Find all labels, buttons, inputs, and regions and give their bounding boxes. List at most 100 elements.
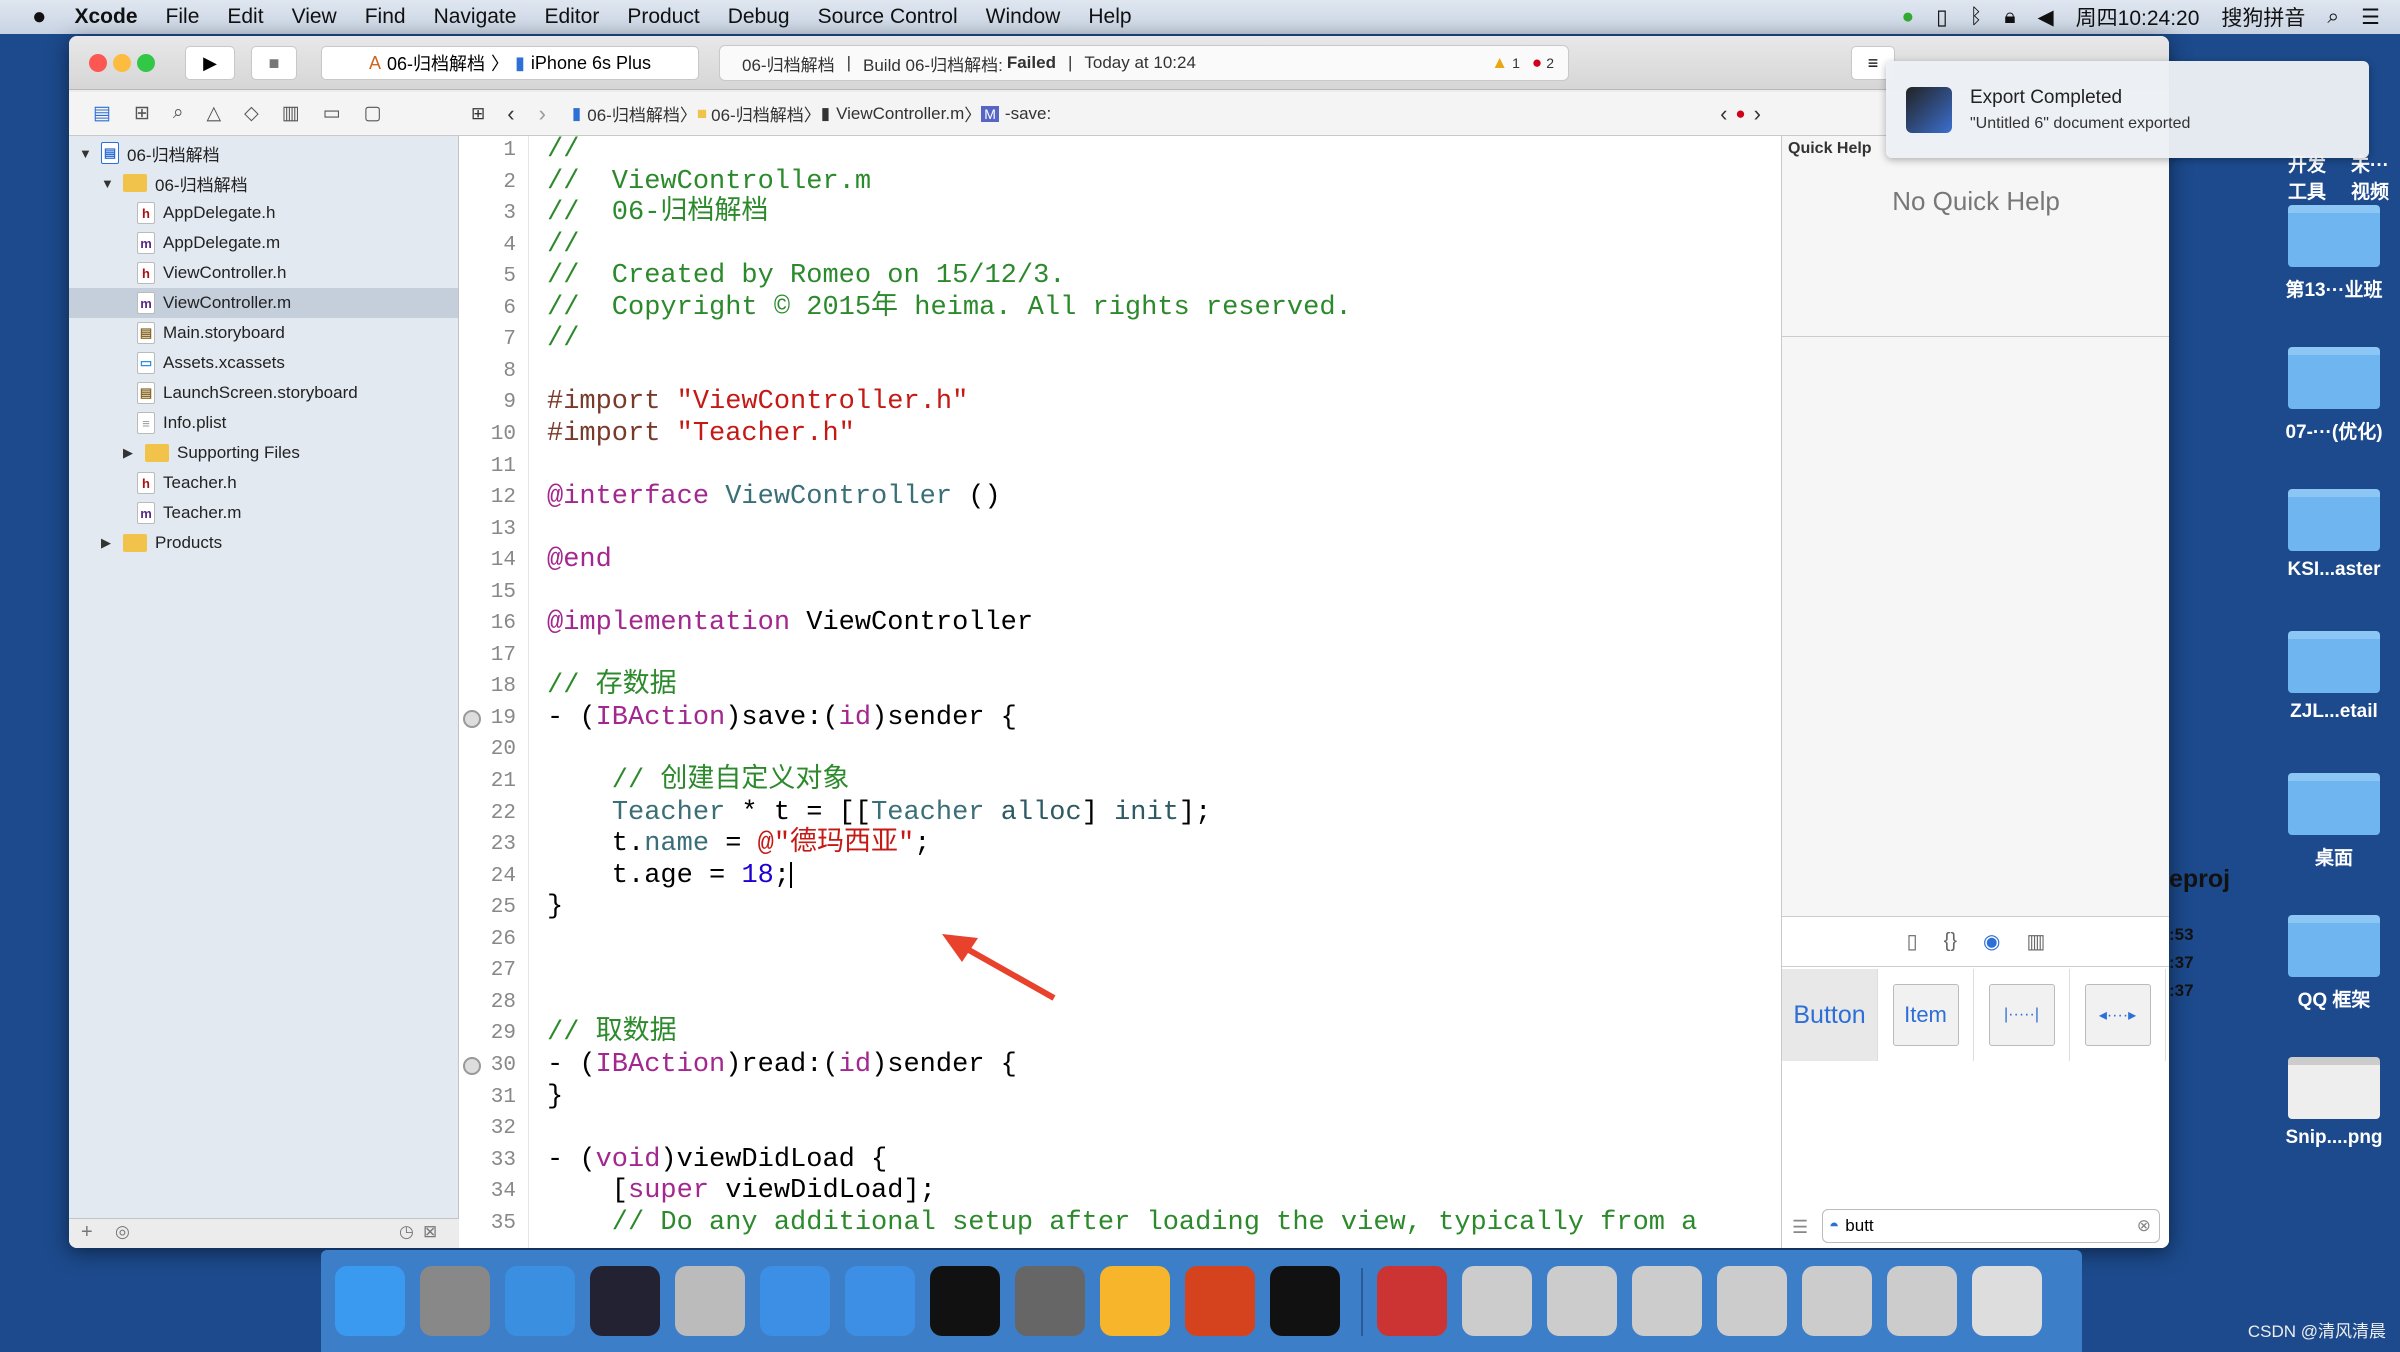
- related-items-icon[interactable]: ⊞: [471, 104, 485, 124]
- desktop-item[interactable]: 07-···(优化): [2279, 347, 2389, 444]
- breakpoint-marker[interactable]: [463, 1056, 481, 1075]
- filter-icon[interactable]: ◎: [115, 1222, 130, 1242]
- source-editor[interactable]: //// ViewController.m// 06-归档解档//// Crea…: [529, 136, 1844, 1248]
- debug-navigator-icon[interactable]: ▥: [282, 102, 300, 125]
- test-navigator-icon[interactable]: ◇: [244, 102, 259, 125]
- navigator-item[interactable]: ▭ Assets.xcassets: [69, 348, 458, 378]
- disclosure-triangle-icon[interactable]: ▶: [123, 445, 137, 461]
- media-library-icon[interactable]: ▥: [2026, 929, 2045, 954]
- menu-app[interactable]: Xcode: [75, 5, 138, 29]
- clock[interactable]: 周四10:24:20: [2076, 2, 2200, 32]
- list-view-icon[interactable]: ☰: [1792, 1217, 1808, 1238]
- notification-center-icon[interactable]: ☰: [2361, 5, 2380, 30]
- jumpbar-item[interactable]: 06-归档解档: [711, 101, 804, 126]
- library-item-fixed-space[interactable]: |·····|: [1974, 969, 2070, 1061]
- menu-window[interactable]: Window: [986, 5, 1061, 29]
- breakpoint-navigator-icon[interactable]: ▭: [323, 102, 341, 125]
- menu-file[interactable]: File: [166, 5, 200, 29]
- safari-icon[interactable]: [505, 1266, 575, 1336]
- stop-button[interactable]: ■: [251, 46, 297, 80]
- battery-icon[interactable]: ▯: [1936, 5, 1948, 30]
- code-snippet-library-icon[interactable]: {}: [1944, 930, 1957, 953]
- ime-indicator[interactable]: 搜狗拼音: [2221, 2, 2305, 32]
- screen-app-icon[interactable]: [1462, 1266, 1532, 1336]
- screen-app-icon[interactable]: [1547, 1266, 1617, 1336]
- desktop-item[interactable]: 桌面: [2279, 773, 2389, 870]
- menu-source-control[interactable]: Source Control: [818, 5, 958, 29]
- navigator-item[interactable]: ▤ Main.storyboard: [69, 318, 458, 348]
- media-player-icon[interactable]: [1377, 1266, 1447, 1336]
- wechat-icon[interactable]: ●: [1901, 5, 1914, 29]
- navigator-item[interactable]: ▼ ▤ 06-归档解档: [69, 138, 458, 168]
- error-icon[interactable]: ●: [1532, 53, 1542, 73]
- warning-icon[interactable]: ▲: [1491, 53, 1508, 73]
- screen-app-icon[interactable]: [1802, 1266, 1872, 1336]
- minimize-button[interactable]: [113, 54, 131, 72]
- navigator-item[interactable]: m AppDelegate.m: [69, 228, 458, 258]
- navigator-item[interactable]: h ViewController.h: [69, 258, 458, 288]
- menu-help[interactable]: Help: [1088, 5, 1131, 29]
- navigator-item[interactable]: m Teacher.m: [69, 498, 458, 528]
- jumpbar-item[interactable]: 06-归档解档: [587, 101, 680, 126]
- navigator-item[interactable]: m ViewController.m: [69, 288, 458, 318]
- navigator-item[interactable]: ▼ 06-归档解档: [69, 168, 458, 198]
- scheme-selector[interactable]: A 06-归档解档 〉 ▮ iPhone 6s Plus: [321, 46, 699, 80]
- breakpoint-marker[interactable]: [463, 709, 481, 728]
- desktop-tag[interactable]: 未···视频: [2351, 150, 2400, 204]
- previous-issue-button[interactable]: ‹: [1720, 101, 1727, 127]
- system-preferences-icon[interactable]: [1015, 1266, 1085, 1336]
- menu-debug[interactable]: Debug: [728, 5, 790, 29]
- desktop-item[interactable]: QQ 框架: [2279, 915, 2389, 1012]
- navigator-item[interactable]: h AppDelegate.h: [69, 198, 458, 228]
- volume-icon[interactable]: ◀: [2038, 5, 2054, 30]
- console-icon[interactable]: [1270, 1266, 1340, 1336]
- lock-icon[interactable]: 🔒︎: [2004, 5, 2015, 29]
- navigator-item[interactable]: ▤ LaunchScreen.storyboard: [69, 378, 458, 408]
- desktop-item[interactable]: KSI...aster: [2279, 489, 2389, 581]
- movie-app-icon[interactable]: [675, 1266, 745, 1336]
- library-item-bar-button-item[interactable]: Item: [1878, 969, 1974, 1061]
- finder-icon[interactable]: [335, 1266, 405, 1336]
- file-template-library-icon[interactable]: ▯: [1907, 929, 1918, 954]
- navigator-item[interactable]: ▶ Supporting Files: [69, 438, 458, 468]
- menu-editor[interactable]: Editor: [544, 5, 599, 29]
- menu-product[interactable]: Product: [627, 5, 699, 29]
- disclosure-triangle-icon[interactable]: ▶: [101, 535, 115, 551]
- desktop-item[interactable]: Snip....png: [2279, 1057, 2389, 1149]
- disclosure-triangle-icon[interactable]: ▼: [79, 146, 93, 161]
- apple-icon[interactable]: ●: [32, 3, 47, 31]
- desktop-item[interactable]: 第13···业班: [2279, 205, 2389, 302]
- jumpbar-item[interactable]: -save:: [1005, 104, 1051, 124]
- menu-find[interactable]: Find: [365, 5, 406, 29]
- close-button[interactable]: [89, 54, 107, 72]
- menu-edit[interactable]: Edit: [227, 5, 263, 29]
- add-icon[interactable]: +: [81, 1221, 93, 1244]
- trash-icon[interactable]: [1972, 1266, 2042, 1336]
- mouse-app-icon[interactable]: [590, 1266, 660, 1336]
- zoom-button[interactable]: [137, 54, 155, 72]
- library-item-flexible-space[interactable]: ◂····▸: [2070, 969, 2166, 1061]
- desktop-item[interactable]: ZJL...etail: [2279, 631, 2389, 723]
- forward-button[interactable]: ›: [539, 101, 546, 127]
- screen-app-icon[interactable]: [1887, 1266, 1957, 1336]
- desktop-tag[interactable]: 开发工具: [2288, 150, 2337, 204]
- error-count[interactable]: 2: [1546, 55, 1554, 71]
- notification-banner[interactable]: Export Completed "Untitled 6" document e…: [1886, 61, 2369, 158]
- scm-filter-icon[interactable]: ⊠: [423, 1222, 437, 1242]
- screen-app-icon[interactable]: [1632, 1266, 1702, 1336]
- back-button[interactable]: ‹: [507, 101, 514, 127]
- library-filter-input[interactable]: ◓ butt ⊗: [1822, 1209, 2160, 1243]
- run-button[interactable]: ▶: [185, 46, 235, 80]
- terminal-icon[interactable]: [930, 1266, 1000, 1336]
- menu-navigate[interactable]: Navigate: [434, 5, 517, 29]
- powerpoint-icon[interactable]: [1185, 1266, 1255, 1336]
- sketch-icon[interactable]: [1100, 1266, 1170, 1336]
- error-indicator-icon[interactable]: ●: [1735, 104, 1745, 124]
- xcode-icon[interactable]: [760, 1266, 830, 1336]
- navigator-item[interactable]: ≡ Info.plist: [69, 408, 458, 438]
- menu-view[interactable]: View: [292, 5, 337, 29]
- jumpbar-item[interactable]: ViewController.m: [836, 104, 964, 124]
- recent-files-icon[interactable]: ◷: [399, 1222, 414, 1242]
- launchpad-icon[interactable]: [420, 1266, 490, 1336]
- symbol-navigator-icon[interactable]: ⊞: [134, 102, 150, 125]
